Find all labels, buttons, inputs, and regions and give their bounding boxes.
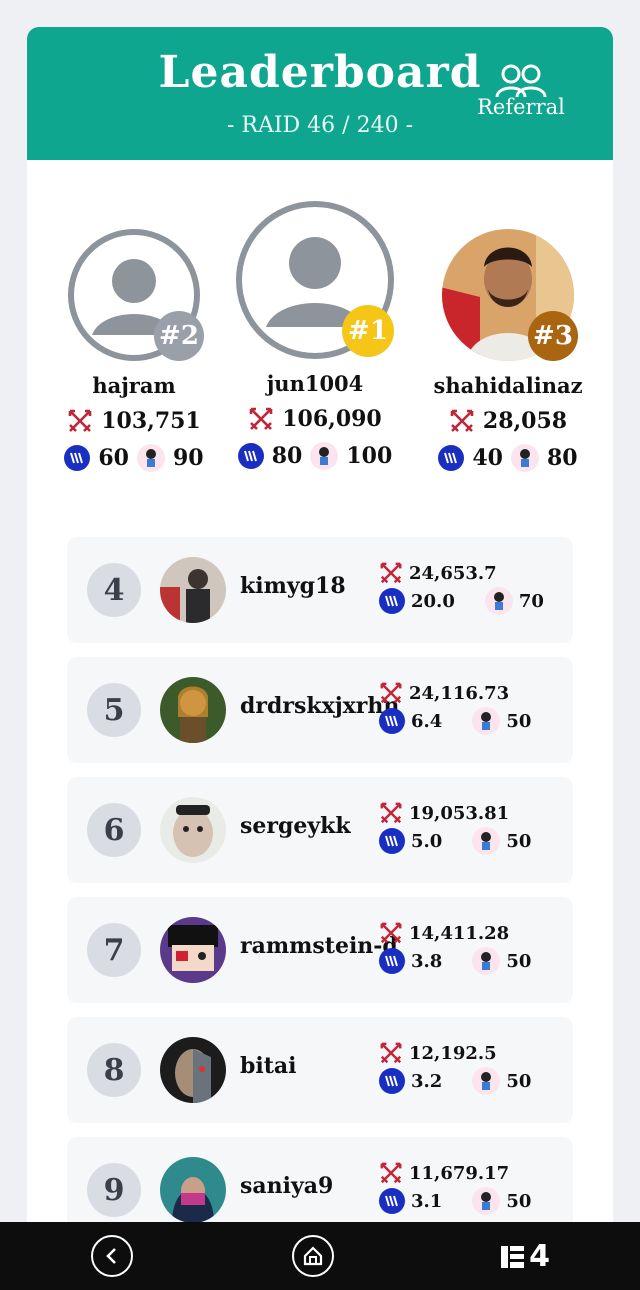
player-name: shahidalinaz — [433, 373, 583, 398]
steem-icon — [379, 588, 405, 614]
player-name: saniya9 — [240, 1173, 334, 1199]
avatar — [160, 917, 226, 983]
steem-icon — [379, 828, 405, 854]
leaderboard-header: Leaderboard - RAID 46 / 240 - Referral — [27, 27, 613, 160]
user-photo — [160, 1157, 226, 1223]
crossed-swords-icon — [450, 409, 474, 432]
crossed-swords-icon — [68, 409, 92, 432]
user-photo — [160, 917, 226, 983]
referral-button[interactable]: Referral — [475, 63, 567, 119]
crossed-swords-icon — [249, 407, 273, 430]
table-row[interactable]: 8 bitai 12,192.5 3.2 50 — [67, 1017, 573, 1123]
token-icon — [472, 947, 501, 975]
player-name: drdrskxjxrhn — [240, 693, 400, 719]
crossed-swords-icon — [380, 1042, 402, 1064]
podium: #2 hajram 103,751 60 90 #1 jun1004 106,0… — [27, 197, 613, 527]
damage-stat: 103,751 — [41, 408, 227, 434]
back-button[interactable] — [91, 1235, 133, 1277]
avatar — [160, 1037, 226, 1103]
avatar: #2 — [66, 227, 204, 363]
rank-badge: #3 — [528, 311, 578, 361]
steem-icon — [379, 1068, 405, 1094]
table-row[interactable]: 6 sergeykk 19,053.81 5.0 50 — [67, 777, 573, 883]
row-stats: 24,116.73 6.4 50 — [379, 681, 569, 735]
ranking-list: 4 kimyg18 24,653.7 20.0 70 5 drdrskxjxrh… — [67, 537, 573, 1257]
crossed-swords-icon — [380, 922, 402, 944]
damage-stat: 106,090 — [222, 406, 408, 432]
crossed-swords-icon — [380, 1162, 402, 1184]
avatar: #3 — [440, 227, 578, 363]
rank-number: 8 — [87, 1043, 141, 1097]
rank-number: 4 — [87, 563, 141, 617]
user-photo — [160, 677, 226, 743]
player-name: rammstein-dj — [240, 933, 400, 959]
player-name: hajram — [92, 373, 176, 398]
avatar — [160, 557, 226, 623]
back-icon — [106, 1248, 116, 1264]
token-icon — [472, 707, 501, 735]
podium-first[interactable]: #1 jun1004 106,090 80 100 — [222, 199, 408, 470]
user-photo — [160, 797, 226, 863]
rank-number: 9 — [87, 1163, 141, 1217]
token-icon — [472, 827, 501, 855]
table-row[interactable]: 5 drdrskxjxrhn 24,116.73 6.4 50 — [67, 657, 573, 763]
crossed-swords-icon — [380, 682, 402, 704]
avatar: #1 — [234, 199, 396, 361]
table-row[interactable]: 4 kimyg18 24,653.7 20.0 70 — [67, 537, 573, 643]
crossed-swords-icon — [380, 562, 402, 584]
menu-logo-icon — [501, 1245, 525, 1268]
bottom-navbar: 4 — [0, 1222, 640, 1290]
damage-stat: 28,058 — [415, 408, 601, 434]
reward-stat: 80 100 — [222, 442, 408, 470]
token-icon — [310, 442, 339, 470]
home-icon — [303, 1246, 323, 1266]
token-icon — [511, 444, 539, 472]
token-icon — [137, 444, 165, 472]
leaderboard-card: Leaderboard - RAID 46 / 240 - Referral #… — [27, 27, 613, 1267]
table-row[interactable]: 7 rammstein-dj 14,411.28 3.8 50 — [67, 897, 573, 1003]
podium-second[interactable]: #2 hajram 103,751 60 90 — [41, 227, 227, 472]
player-name: jun1004 — [266, 371, 364, 396]
row-stats: 14,411.28 3.8 50 — [379, 921, 569, 975]
steem-icon — [438, 445, 465, 471]
steem-icon — [237, 443, 264, 469]
token-icon — [472, 1187, 501, 1215]
token-icon — [472, 1067, 501, 1095]
row-stats: 24,653.7 20.0 70 — [379, 561, 569, 615]
avatar — [160, 797, 226, 863]
user-photo — [160, 557, 226, 623]
row-stats: 12,192.5 3.2 50 — [379, 1041, 569, 1095]
reward-stat: 60 90 — [41, 444, 227, 472]
row-stats: 11,679.17 3.1 50 — [379, 1161, 569, 1215]
player-name: sergeykk — [240, 813, 351, 839]
rank-number: 6 — [87, 803, 141, 857]
steem-icon — [379, 948, 405, 974]
avatar — [160, 677, 226, 743]
steem-icon — [379, 1188, 405, 1214]
home-button[interactable] — [292, 1235, 334, 1277]
player-name: kimyg18 — [240, 573, 346, 599]
users-icon — [495, 64, 547, 98]
podium-third[interactable]: #3 shahidalinaz 28,058 40 80 — [415, 227, 601, 472]
avatar — [160, 1157, 226, 1223]
rank-number: 5 — [87, 683, 141, 737]
app-logo[interactable]: 4 — [501, 1239, 550, 1274]
reward-stat: 40 80 — [415, 444, 601, 472]
referral-label: Referral — [477, 95, 565, 119]
token-icon — [484, 587, 513, 615]
steem-icon — [379, 708, 405, 734]
user-photo — [160, 1037, 226, 1103]
player-name: bitai — [240, 1053, 297, 1079]
row-stats: 19,053.81 5.0 50 — [379, 801, 569, 855]
steem-icon — [64, 445, 91, 471]
rank-badge: #2 — [154, 311, 204, 361]
rank-badge: #1 — [342, 305, 394, 357]
crossed-swords-icon — [380, 802, 402, 824]
rank-number: 7 — [87, 923, 141, 977]
